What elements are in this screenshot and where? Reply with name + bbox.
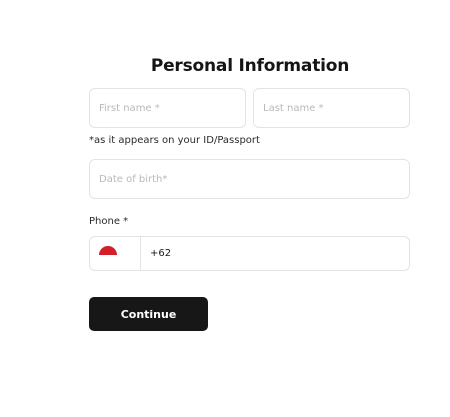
- last-name-input[interactable]: [254, 89, 409, 127]
- continue-button[interactable]: Continue: [89, 297, 208, 331]
- phone-number-input[interactable]: [141, 237, 409, 270]
- country-code-select[interactable]: [90, 237, 141, 270]
- first-name-input[interactable]: [90, 89, 245, 127]
- date-of-birth-field-wrapper: [89, 159, 410, 199]
- last-name-field-wrapper: [253, 88, 410, 128]
- date-of-birth-input[interactable]: [90, 160, 409, 198]
- personal-information-form: Personal Information *as it appears on y…: [0, 0, 450, 417]
- phone-label: Phone *: [89, 216, 129, 227]
- indonesia-flag-icon: [99, 246, 117, 255]
- first-name-field-wrapper: [89, 88, 246, 128]
- page-title: Personal Information: [150, 56, 350, 76]
- id-passport-hint: *as it appears on your ID/Passport: [89, 135, 260, 146]
- phone-field-group: [89, 236, 410, 271]
- phone-input-wrapper: [141, 237, 409, 270]
